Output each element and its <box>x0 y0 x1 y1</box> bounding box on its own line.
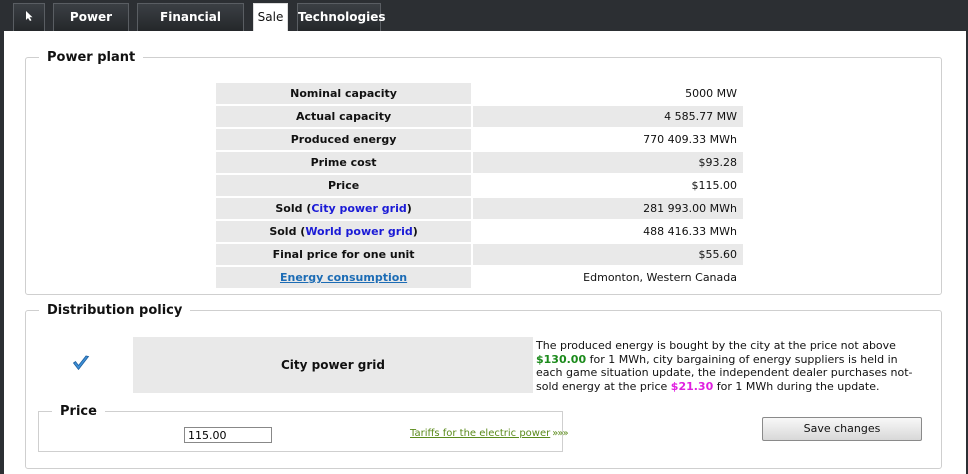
sold-city-label: Sold (City power grid) <box>216 198 472 219</box>
arrows-icon: »»» <box>552 428 568 439</box>
sold-world-prefix: Sold ( <box>269 225 306 238</box>
power-plant-table: Nominal capacity 5000 MW Actual capacity… <box>214 81 745 290</box>
max-price: $130.00 <box>536 352 587 366</box>
table-row: Price $115.00 <box>216 175 743 196</box>
produced-energy-value: 770 409.33 MWh <box>643 133 737 146</box>
tariffs-link-label: Tariffs for the electric power <box>410 428 551 439</box>
nominal-capacity-label: Nominal capacity <box>216 83 472 104</box>
world-power-grid-name: World power grid <box>305 225 413 238</box>
actual-capacity-value: 4 585.77 MW <box>473 106 743 127</box>
city-power-grid-label: City power grid <box>280 358 386 372</box>
table-row: Sold (City power grid) 281 993.00 MWh <box>216 198 743 219</box>
distribution-policy-legend: Distribution policy <box>47 303 183 318</box>
checkmark-icon[interactable] <box>72 354 90 372</box>
table-row: Final price for one unit $55.60 <box>216 244 743 265</box>
final-price-label: Final price for one unit <box>216 244 472 265</box>
sold-world-value: 488 416.33 MWh <box>643 225 737 238</box>
price-legend: Price <box>60 404 97 419</box>
prime-cost-label: Prime cost <box>216 152 472 173</box>
tab-technologies[interactable]: Technologies <box>297 3 386 31</box>
table-row: Produced energy 770 409.33 MWh <box>216 129 743 150</box>
produced-energy-label: Produced energy <box>216 129 472 150</box>
tab-power-plant[interactable]: Power plant <box>53 3 129 51</box>
power-plant-legend: Power plant <box>47 50 136 65</box>
price-group: Price Tariffs for the electric power»»» <box>38 404 569 452</box>
sold-city-suffix: ) <box>406 202 412 215</box>
policy-description: The produced energy is bought by the cit… <box>536 339 926 393</box>
table-row: Nominal capacity 5000 MW <box>216 83 743 104</box>
sale-panel: Power plant Nominal capacity 5000 MW Act… <box>4 31 966 474</box>
energy-consumption-location: Edmonton, Western Canada <box>583 271 737 284</box>
tab-sale-label: Sale <box>257 10 284 24</box>
tab-sale[interactable]: Sale <box>253 3 288 32</box>
price-label: Price <box>216 175 472 196</box>
pointer-icon <box>26 11 33 21</box>
energy-consumption-cell: Energy consumption <box>216 267 472 288</box>
tab-financial-report[interactable]: Financial report <box>137 3 244 51</box>
city-power-grid-name: City power grid <box>311 202 407 215</box>
price-input[interactable] <box>184 427 272 443</box>
distribution-policy-group: Distribution policy City power grid The … <box>25 303 942 469</box>
price-value: $115.00 <box>691 179 738 192</box>
policy-text-part3: for 1 MWh during the update. <box>716 379 880 393</box>
save-changes-button[interactable]: Save changes <box>762 417 922 441</box>
power-plant-group: Power plant Nominal capacity 5000 MW Act… <box>25 50 942 295</box>
table-row: Actual capacity 4 585.77 MW <box>216 106 743 127</box>
dealer-price: $21.30 <box>670 379 714 393</box>
table-row: Sold (World power grid) 488 416.33 MWh <box>216 221 743 242</box>
tab-bar: Power plant Financial report Sale Techno… <box>0 0 968 51</box>
sold-city-prefix: Sold ( <box>275 202 312 215</box>
sold-city-value: 281 993.00 MWh <box>473 198 743 219</box>
prime-cost-value: $93.28 <box>473 152 743 173</box>
tab-technologies-label: Technologies <box>298 10 386 24</box>
actual-capacity-label: Actual capacity <box>216 106 472 127</box>
energy-consumption-link[interactable]: Energy consumption <box>280 271 407 284</box>
city-power-grid-option[interactable]: City power grid <box>133 337 533 393</box>
table-row: Prime cost $93.28 <box>216 152 743 173</box>
final-price-value: $55.60 <box>473 244 743 265</box>
sold-world-suffix: ) <box>412 225 418 238</box>
sold-world-label: Sold (World power grid) <box>216 221 472 242</box>
tab-home[interactable] <box>13 3 45 31</box>
nominal-capacity-value: 5000 MW <box>685 87 737 100</box>
policy-text-part1: The produced energy is bought by the cit… <box>536 339 896 352</box>
tariffs-link[interactable]: Tariffs for the electric power»»» <box>410 428 569 439</box>
table-row: Energy consumption Edmonton, Western Can… <box>216 267 743 288</box>
